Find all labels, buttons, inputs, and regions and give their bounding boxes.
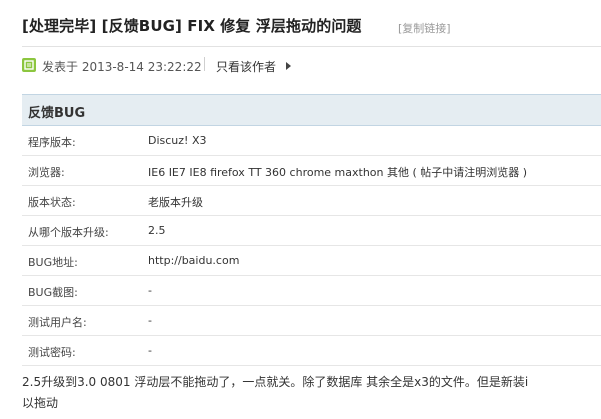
row-value: http://baidu.com bbox=[148, 254, 240, 267]
row-value: 老版本升级 bbox=[148, 196, 203, 209]
only-author-link[interactable]: 只看该作者 bbox=[216, 58, 276, 75]
table-header: 反馈BUG bbox=[22, 94, 601, 126]
title-divider bbox=[22, 46, 601, 47]
table-row: 浏览器: IE6 IE7 IE8 firefox TT 360 chrome m… bbox=[22, 156, 601, 186]
table-row: 版本状态: 老版本升级 bbox=[22, 186, 601, 216]
post-body-line: 以拖动 bbox=[22, 396, 59, 410]
row-value: IE6 IE7 IE8 firefox TT 360 chrome maxtho… bbox=[148, 166, 528, 179]
post-time: 发表于 2013-8-14 23:22:22 bbox=[42, 60, 202, 74]
thread-title-bar: [处理完毕] [反馈BUG] FIX 修复 浮层拖动的问题 [复制链接] bbox=[0, 0, 601, 46]
row-value: - bbox=[148, 314, 152, 327]
row-value: 2.5 bbox=[148, 224, 166, 237]
post-status-icon bbox=[22, 58, 36, 72]
row-value: - bbox=[148, 284, 152, 297]
row-key: 从哪个版本升级: bbox=[28, 226, 109, 239]
thread-title: [处理完毕] [反馈BUG] FIX 修复 浮层拖动的问题 bbox=[22, 17, 362, 35]
table-header-label: 反馈BUG bbox=[28, 106, 86, 121]
table-row: BUG截图: - bbox=[22, 276, 601, 306]
post-body: 2.5升级到3.0 0801 浮动层不能拖动了，一点就关。除了数据库 其余全是x… bbox=[22, 372, 601, 414]
table-row: 从哪个版本升级: 2.5 bbox=[22, 216, 601, 246]
table-row: 测试密码: - bbox=[22, 336, 601, 366]
row-value: - bbox=[148, 344, 152, 357]
copy-link[interactable]: [复制链接] bbox=[398, 20, 451, 36]
bug-info-table: 反馈BUG 程序版本: Discuz! X3 浏览器: IE6 IE7 IE8 … bbox=[22, 94, 601, 366]
row-key: BUG截图: bbox=[28, 286, 78, 299]
table-row: 测试用户名: - bbox=[22, 306, 601, 336]
table-row: BUG地址: http://baidu.com bbox=[22, 246, 601, 276]
row-key: 程序版本: bbox=[28, 136, 76, 149]
arrow-right-icon bbox=[286, 62, 291, 70]
meta-divider bbox=[204, 57, 205, 71]
row-key: 测试密码: bbox=[28, 346, 76, 359]
row-value: Discuz! X3 bbox=[148, 134, 207, 147]
row-key: 浏览器: bbox=[28, 166, 65, 179]
row-key: 版本状态: bbox=[28, 196, 76, 209]
row-key: BUG地址: bbox=[28, 256, 78, 269]
post-body-line: 2.5升级到3.0 0801 浮动层不能拖动了，一点就关。除了数据库 其余全是x… bbox=[22, 375, 529, 389]
table-row: 程序版本: Discuz! X3 bbox=[22, 126, 601, 156]
row-key: 测试用户名: bbox=[28, 316, 87, 329]
